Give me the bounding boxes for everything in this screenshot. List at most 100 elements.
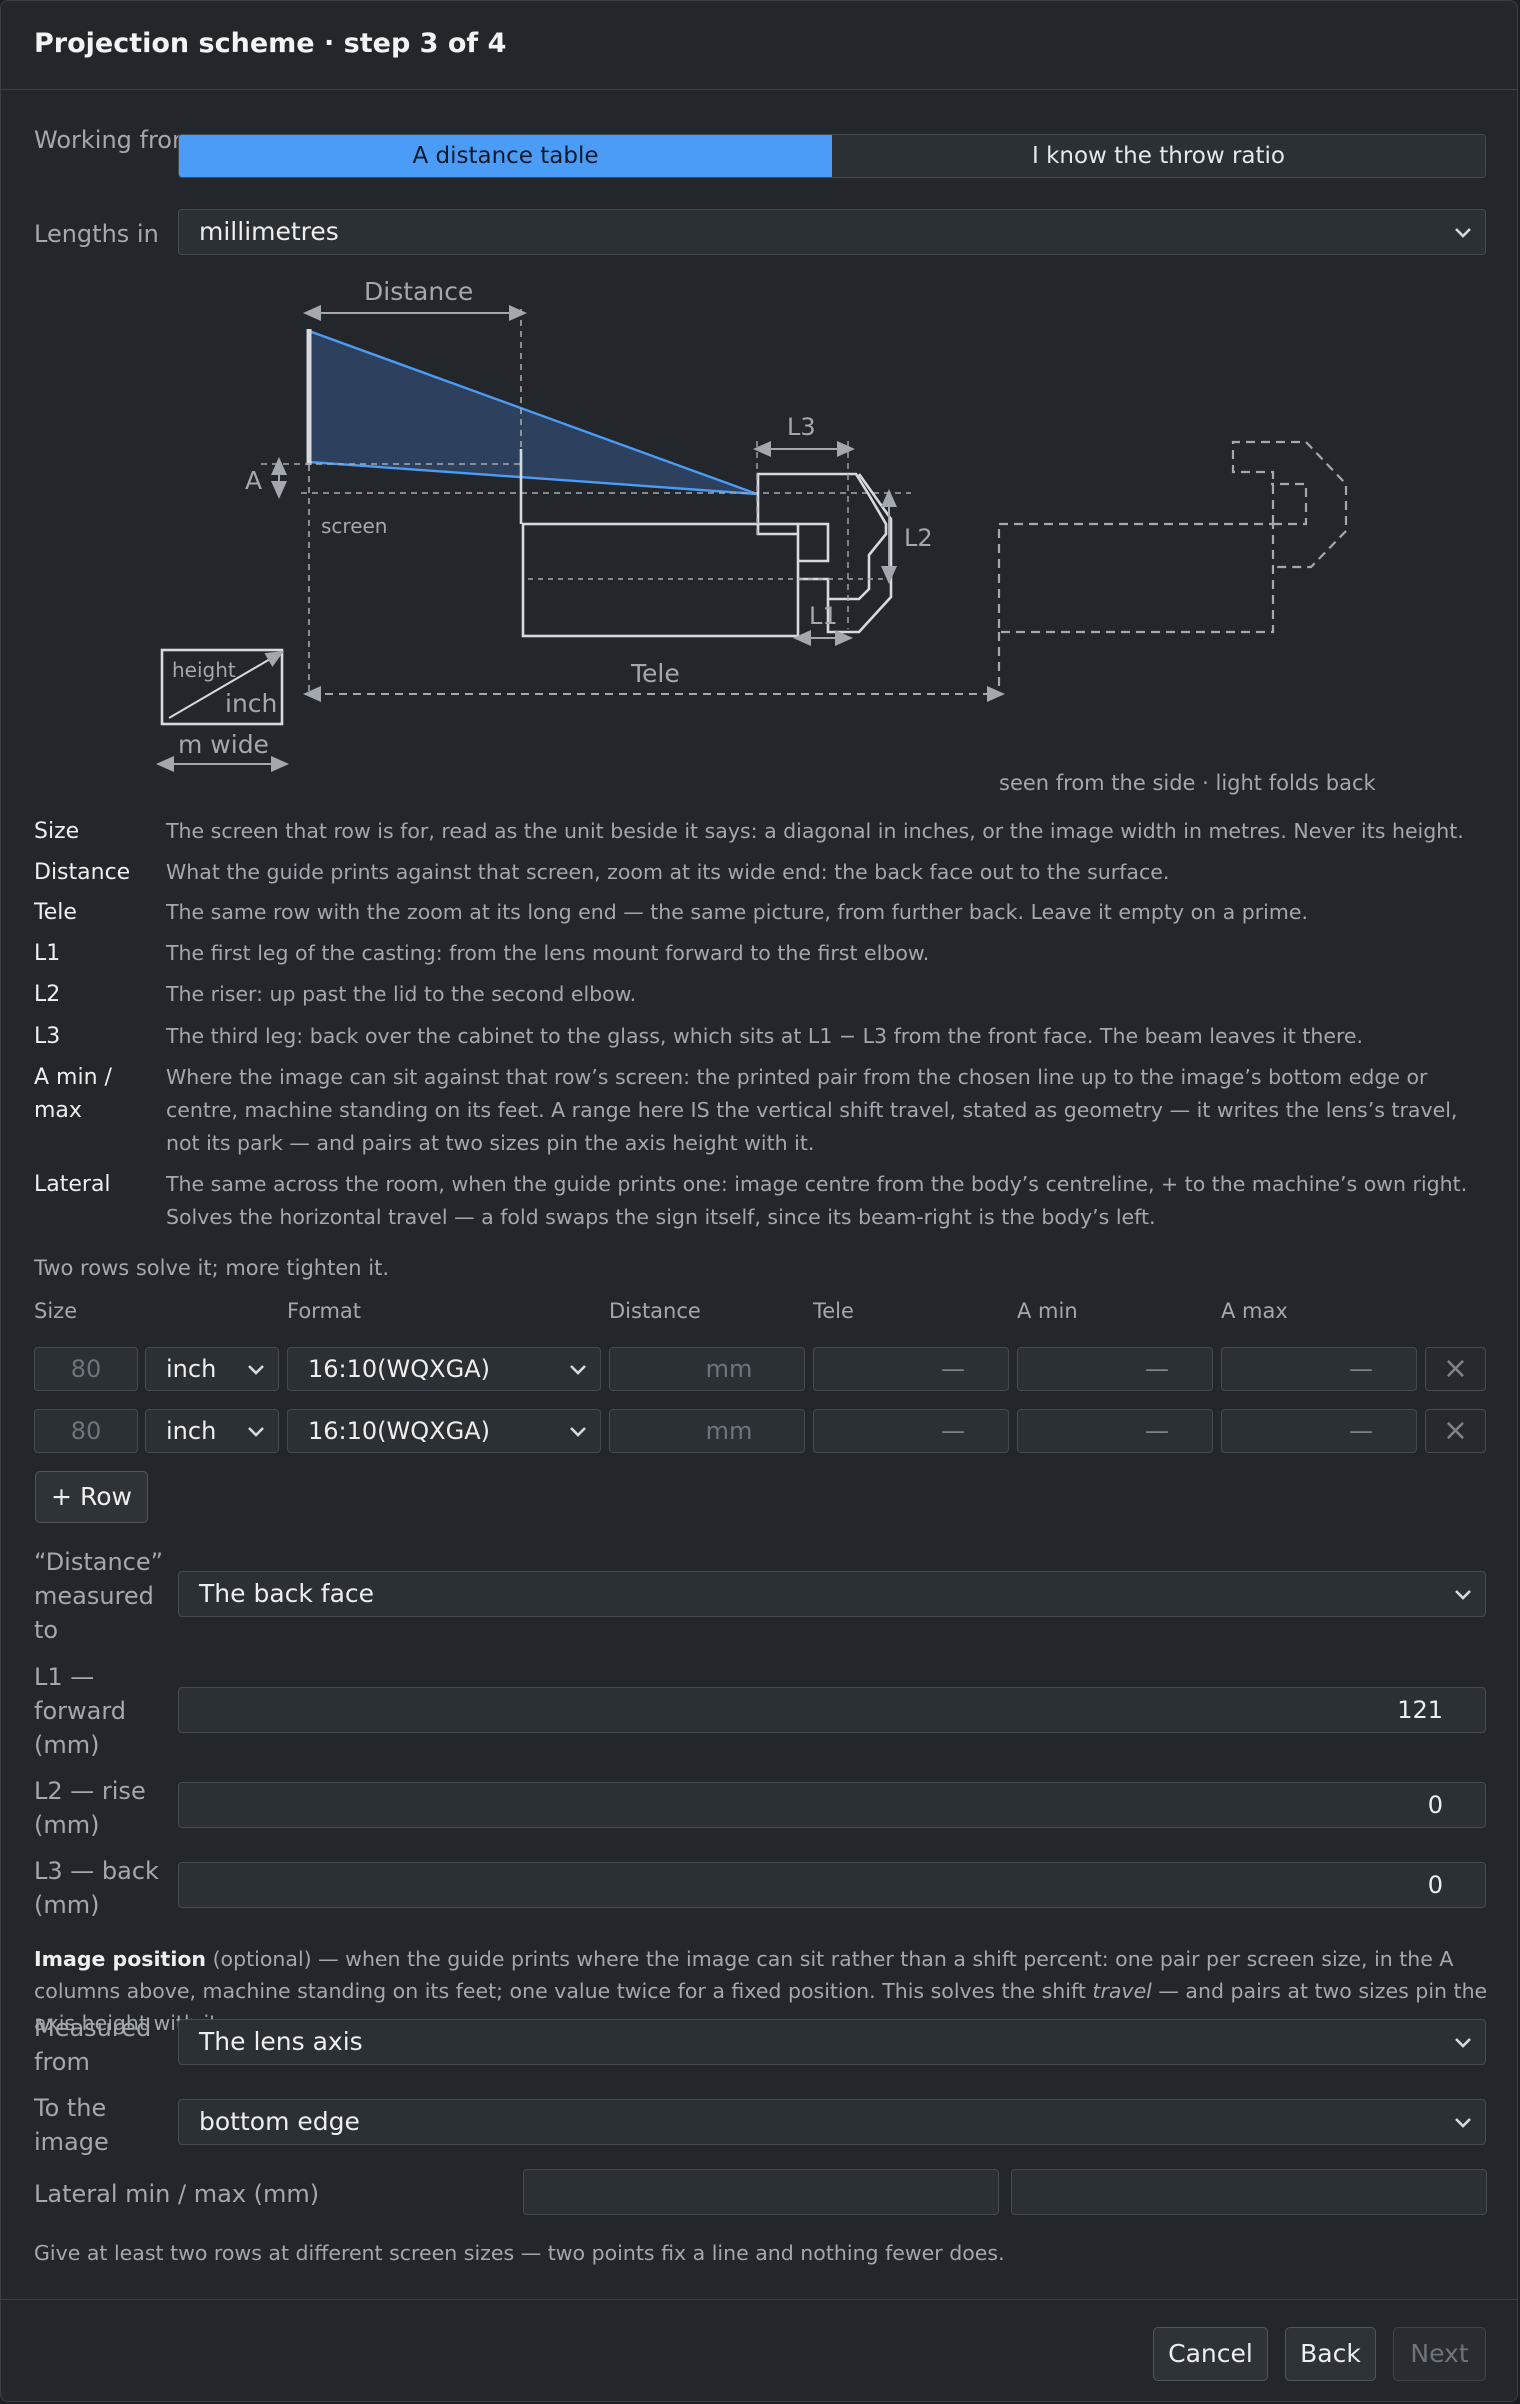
to-image-label: To the image xyxy=(34,2094,109,2156)
tele-ghost-projector xyxy=(997,522,1275,694)
distance-input[interactable]: mm xyxy=(609,1409,805,1453)
a-min-input[interactable]: — xyxy=(1017,1347,1213,1391)
lateral-min-input[interactable] xyxy=(523,2169,999,2215)
remove-row-button[interactable]: × xyxy=(1425,1409,1486,1453)
dialog-title: Projection scheme · step 3 of 4 xyxy=(34,28,507,59)
rows-note: Two rows solve it; more tighten it. xyxy=(34,1256,389,1280)
side-view-diagram: Distance A screen L3 L2 L1 Tele height i… xyxy=(156,277,1348,772)
measured-from-label: Measured from xyxy=(34,2014,152,2076)
a-min-placeholder: — xyxy=(1145,1355,1169,1383)
back-button[interactable]: Back xyxy=(1285,2327,1376,2381)
lateral-max-input[interactable] xyxy=(1011,2169,1487,2215)
a-max-input[interactable]: — xyxy=(1221,1409,1417,1453)
legend-m-wide-label: m wide xyxy=(178,730,269,759)
def-term-a-min-max: A min / max xyxy=(34,1065,112,1123)
chevron-down-icon xyxy=(570,1365,586,1375)
chevron-down-icon xyxy=(1455,1590,1471,1600)
distance-placeholder: mm xyxy=(705,1355,753,1383)
format-value: 16:10(WQXGA) xyxy=(308,1417,490,1445)
working-from-toggle[interactable]: A distance table I know the throw ratio xyxy=(178,134,1486,178)
cancel-button[interactable]: Cancel xyxy=(1153,2327,1268,2381)
l3-input[interactable]: 0 xyxy=(178,1862,1486,1908)
legend-inch-label: inch xyxy=(225,689,277,718)
tele-placeholder: — xyxy=(941,1417,965,1445)
to-image-value: bottom edge xyxy=(199,2107,360,2136)
l3-field-label: L3 — back (mm) xyxy=(34,1857,159,1919)
a-min-placeholder: — xyxy=(1145,1417,1169,1445)
def-text-l1: The first leg of the casting: from the l… xyxy=(166,941,930,965)
def-text-a-min-max: Where the image can sit against that row… xyxy=(166,1065,1458,1155)
chevron-down-icon xyxy=(248,1365,264,1375)
remove-row-button[interactable]: × xyxy=(1425,1347,1486,1391)
l1-label: L1 xyxy=(809,602,838,630)
measured-from-select[interactable]: The lens axis xyxy=(178,2019,1486,2065)
def-text-size: The screen that row is for, read as the … xyxy=(166,819,1464,843)
size-unit-value: inch xyxy=(166,1417,217,1445)
def-text-distance: What the guide prints against that scree… xyxy=(166,860,1170,884)
def-text-lateral: The same across the room, when the guide… xyxy=(166,1172,1468,1229)
next-button[interactable]: Next xyxy=(1393,2327,1486,2381)
l1-field-label: L1 — forward (mm) xyxy=(34,1663,127,1759)
def-term-lateral: Lateral xyxy=(34,1172,111,1197)
def-text-l2: The riser: up past the lid to the second… xyxy=(166,982,637,1006)
lengths-unit-select[interactable]: millimetres xyxy=(178,209,1486,255)
tele-input[interactable]: — xyxy=(813,1409,1009,1453)
option-distance-table[interactable]: A distance table xyxy=(179,135,832,177)
a-max-placeholder: — xyxy=(1349,1417,1373,1445)
size-unit-select[interactable]: inch xyxy=(145,1409,279,1453)
a-min-input[interactable]: — xyxy=(1017,1409,1213,1453)
def-text-tele: The same row with the zoom at its long e… xyxy=(166,900,1308,924)
to-image-select[interactable]: bottom edge xyxy=(178,2099,1486,2145)
screen-label: screen xyxy=(321,514,387,538)
chevron-down-icon xyxy=(1455,228,1471,238)
distance-measured-label: “Distance” measured to xyxy=(34,1548,164,1644)
tele-input[interactable]: — xyxy=(813,1347,1009,1391)
l3-label: L3 xyxy=(787,413,816,441)
col-header-tele: Tele xyxy=(813,1299,854,1323)
format-select[interactable]: 16:10(WQXGA) xyxy=(287,1347,601,1391)
working-from-label: Working from xyxy=(34,126,196,154)
legend-height-label: height xyxy=(172,658,236,682)
col-header-size: Size xyxy=(34,1299,78,1323)
option-throw-ratio[interactable]: I know the throw ratio xyxy=(832,135,1485,177)
def-term-tele: Tele xyxy=(34,900,77,925)
projector-body xyxy=(521,522,800,638)
format-select[interactable]: 16:10(WQXGA) xyxy=(287,1409,601,1453)
dialog-footer xyxy=(1,2299,1517,2300)
col-header-a-max: A max xyxy=(1221,1299,1288,1323)
size-input[interactable]: 80 xyxy=(34,1347,138,1391)
col-header-distance: Distance xyxy=(609,1299,701,1323)
distance-input[interactable]: mm xyxy=(609,1347,805,1391)
lengths-in-label: Lengths in xyxy=(34,220,159,248)
size-unit-select[interactable]: inch xyxy=(145,1347,279,1391)
distance-measured-select[interactable]: The back face xyxy=(178,1571,1486,1617)
chevron-down-icon xyxy=(1455,2038,1471,2048)
def-text-l3: The third leg: back over the cabinet to … xyxy=(166,1024,1364,1048)
col-header-a-min: A min xyxy=(1017,1299,1078,1323)
measured-from-value: The lens axis xyxy=(199,2027,363,2056)
def-term-l1: L1 xyxy=(34,941,61,966)
distance-measured-value: The back face xyxy=(199,1579,375,1608)
diagram-caption: seen from the side · light folds back xyxy=(999,771,1376,795)
l2-field-label: L2 — rise (mm) xyxy=(34,1777,146,1839)
size-input[interactable]: 80 xyxy=(34,1409,138,1453)
distance-placeholder: mm xyxy=(705,1417,753,1445)
l1-input[interactable]: 121 xyxy=(178,1687,1486,1733)
add-row-button[interactable]: + Row xyxy=(35,1471,148,1523)
title-bar: Projection scheme · step 3 of 4 xyxy=(1,1,1517,90)
chevron-down-icon xyxy=(1455,2118,1471,2128)
close-icon: × xyxy=(1442,1351,1469,1386)
image-position-title: Image position xyxy=(34,1947,207,1971)
l2-input[interactable]: 0 xyxy=(178,1782,1486,1828)
hint-text: Give at least two rows at different scre… xyxy=(34,2241,1005,2265)
projection-scheme-dialog: Projection scheme · step 3 of 4 Working … xyxy=(0,0,1518,2402)
chevron-down-icon xyxy=(248,1427,264,1437)
def-term-l3: L3 xyxy=(34,1024,61,1049)
l2-label: L2 xyxy=(904,524,933,552)
a-max-input[interactable]: — xyxy=(1221,1347,1417,1391)
col-header-format: Format xyxy=(287,1299,362,1323)
lengths-unit-value: millimetres xyxy=(199,217,339,246)
def-term-size: Size xyxy=(34,819,80,844)
tele-label: Tele xyxy=(630,659,680,688)
chevron-down-icon xyxy=(570,1427,586,1437)
